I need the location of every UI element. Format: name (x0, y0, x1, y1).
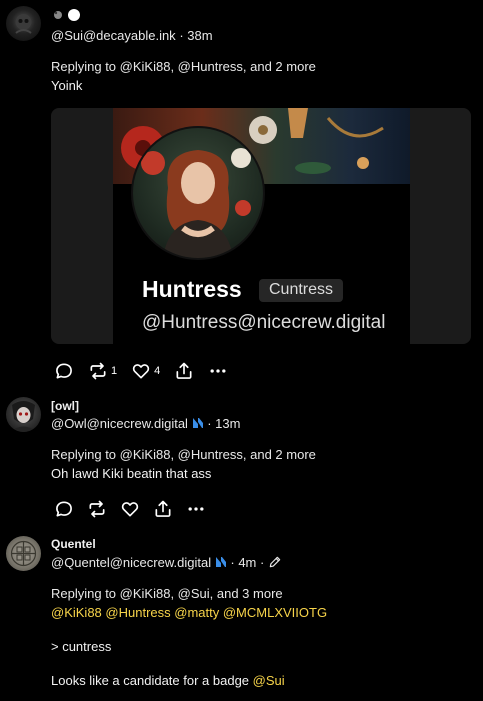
timestamp[interactable]: 38m (187, 28, 212, 43)
more-button[interactable] (186, 499, 206, 519)
mention-link[interactable]: @Huntress (105, 605, 170, 620)
mention-link[interactable]: @matty (174, 605, 219, 620)
like-icon (121, 502, 139, 517)
profile-card: Huntress Cuntress @Huntress@nicecrew.dig… (113, 108, 410, 344)
handle[interactable]: @Owl@nicecrew.digital (51, 416, 188, 431)
body-text: Looks like a candidate for a badge (51, 673, 250, 688)
like-button[interactable]: 4 (131, 361, 160, 381)
instance-badge-icon (192, 417, 204, 432)
profile-name: Huntress (142, 276, 242, 302)
repost-button[interactable]: 1 (88, 361, 117, 381)
more-icon (210, 369, 226, 373)
more-icon (188, 507, 204, 511)
reply-targets[interactable]: @KiKi88, @Huntress, and 2 more (120, 447, 316, 462)
share-button[interactable] (174, 361, 194, 381)
emoji-name (52, 9, 80, 24)
separator: · (260, 555, 265, 570)
like-count: 4 (154, 365, 161, 377)
avatar[interactable] (6, 6, 41, 41)
share-icon (176, 362, 192, 379)
edit-icon (268, 555, 282, 572)
separator: · (207, 416, 212, 431)
reply-button[interactable] (54, 361, 74, 381)
profile-avatar (131, 126, 265, 260)
reply-prefix: Replying to (51, 447, 117, 462)
reply-line: Replying to @KiKi88, @Huntress, and 2 mo… (51, 447, 316, 462)
embedded-image-card[interactable]: Huntress Cuntress @Huntress@nicecrew.dig… (51, 108, 471, 344)
post-actions: 1 4 (54, 361, 242, 381)
handle-line: @Sui@decayable.ink · 38m (51, 28, 213, 43)
mention-link[interactable]: @KiKi88 (51, 605, 102, 620)
share-icon (155, 500, 171, 517)
handle[interactable]: @Sui@decayable.ink (51, 28, 176, 43)
instance-badge-icon (215, 556, 227, 571)
reply-targets[interactable]: @KiKi88, @Huntress, and 2 more (120, 59, 316, 74)
repost-button[interactable] (87, 499, 107, 519)
avatar[interactable] (6, 397, 41, 432)
post-body: Oh lawd Kiki beatin that ass (51, 466, 212, 481)
handle[interactable]: @Quentel@nicecrew.digital (51, 555, 211, 570)
reply-targets[interactable]: @KiKi88, @Sui, and 3 more (120, 586, 283, 601)
reply-prefix: Replying to (51, 59, 117, 74)
repost-icon (89, 500, 105, 518)
repost-count: 1 (111, 365, 118, 377)
profile-badge: Cuntress (259, 279, 344, 302)
reply-line: Replying to @KiKi88, @Sui, and 3 more (51, 586, 283, 601)
handle-line: @Owl@nicecrew.digital · 13m (51, 416, 240, 432)
reply-prefix: Replying to (51, 586, 117, 601)
like-icon (132, 364, 150, 379)
post-body: Looks like a candidate for a badge @Sui (51, 673, 285, 688)
separator: · (179, 28, 184, 43)
reply-icon (56, 501, 72, 517)
profile-handle: @Huntress@nicecrew.digital (142, 312, 386, 333)
separator: · (230, 555, 235, 570)
reply-button[interactable] (54, 499, 74, 519)
more-button[interactable] (208, 361, 228, 381)
like-button[interactable] (120, 499, 140, 519)
mention-link[interactable]: @Sui (253, 673, 285, 688)
avatar[interactable] (6, 536, 41, 571)
post-body: Yoink (51, 78, 83, 93)
post-actions (54, 499, 220, 519)
share-button[interactable] (153, 499, 173, 519)
repost-icon (90, 362, 106, 380)
quote-line: > cuntress (51, 639, 112, 654)
handle-line: @Quentel@nicecrew.digital · 4m · (51, 555, 282, 572)
timestamp[interactable]: 4m (238, 555, 256, 570)
mention-link[interactable]: @MCMLXVIIOTG (223, 605, 327, 620)
display-name[interactable]: [owl] (51, 399, 79, 413)
timestamp[interactable]: 13m (215, 416, 240, 431)
display-name[interactable]: Quentel (51, 537, 96, 551)
reply-line: Replying to @KiKi88, @Huntress, and 2 mo… (51, 59, 316, 74)
mention-line: @KiKi88 @Huntress @matty @MCMLXVIIOTG (51, 605, 327, 620)
reply-icon (56, 363, 72, 379)
